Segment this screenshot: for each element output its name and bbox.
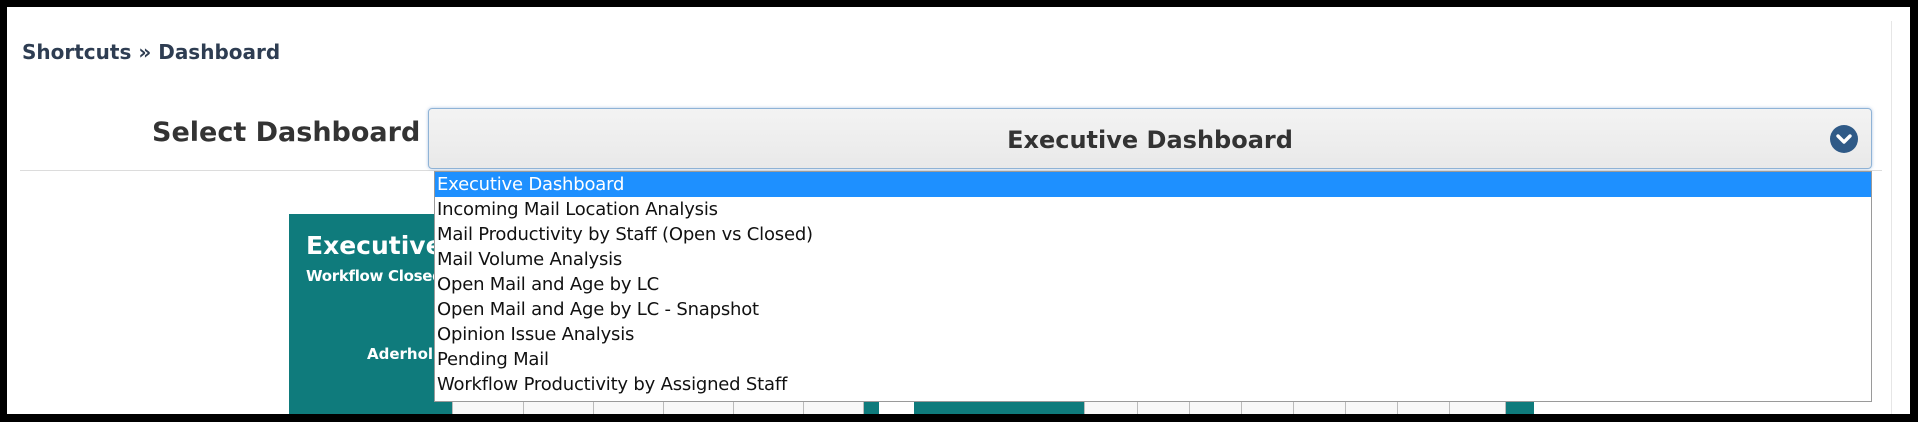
dashboard-select-value: Executive Dashboard: [1007, 126, 1293, 154]
content-border: [1891, 21, 1892, 414]
dropdown-option[interactable]: Executive Dashboard: [435, 172, 1871, 197]
dropdown-option[interactable]: Opinion Issue Analysis: [435, 322, 1871, 347]
panel-row-label: Aderhol: [367, 345, 434, 363]
window-frame: Shortcuts » Dashboard Select Dashboard E…: [0, 0, 1918, 422]
chevron-down-icon[interactable]: [1830, 125, 1858, 153]
dashboard-select[interactable]: Executive Dashboard: [428, 108, 1872, 169]
dropdown-option[interactable]: Workflow Productivity by Assigned Staff: [435, 372, 1871, 397]
dropdown-option[interactable]: Mail Productivity by Staff (Open vs Clos…: [435, 222, 1871, 247]
dropdown-option[interactable]: Open Mail and Age by LC - Snapshot: [435, 297, 1871, 322]
breadcrumb[interactable]: Shortcuts » Dashboard: [22, 40, 280, 64]
dashboard-dropdown-list[interactable]: Executive Dashboard Incoming Mail Locatio…: [434, 171, 1872, 402]
dropdown-option[interactable]: Incoming Mail Location Analysis: [435, 197, 1871, 222]
panel-subtitle: Workflow Closed: [306, 267, 443, 285]
dropdown-option[interactable]: Open Mail and Age by LC: [435, 272, 1871, 297]
dropdown-option[interactable]: Mail Volume Analysis: [435, 247, 1871, 272]
dropdown-option[interactable]: Pending Mail: [435, 347, 1871, 372]
select-dashboard-label: Select Dashboard: [152, 117, 421, 148]
